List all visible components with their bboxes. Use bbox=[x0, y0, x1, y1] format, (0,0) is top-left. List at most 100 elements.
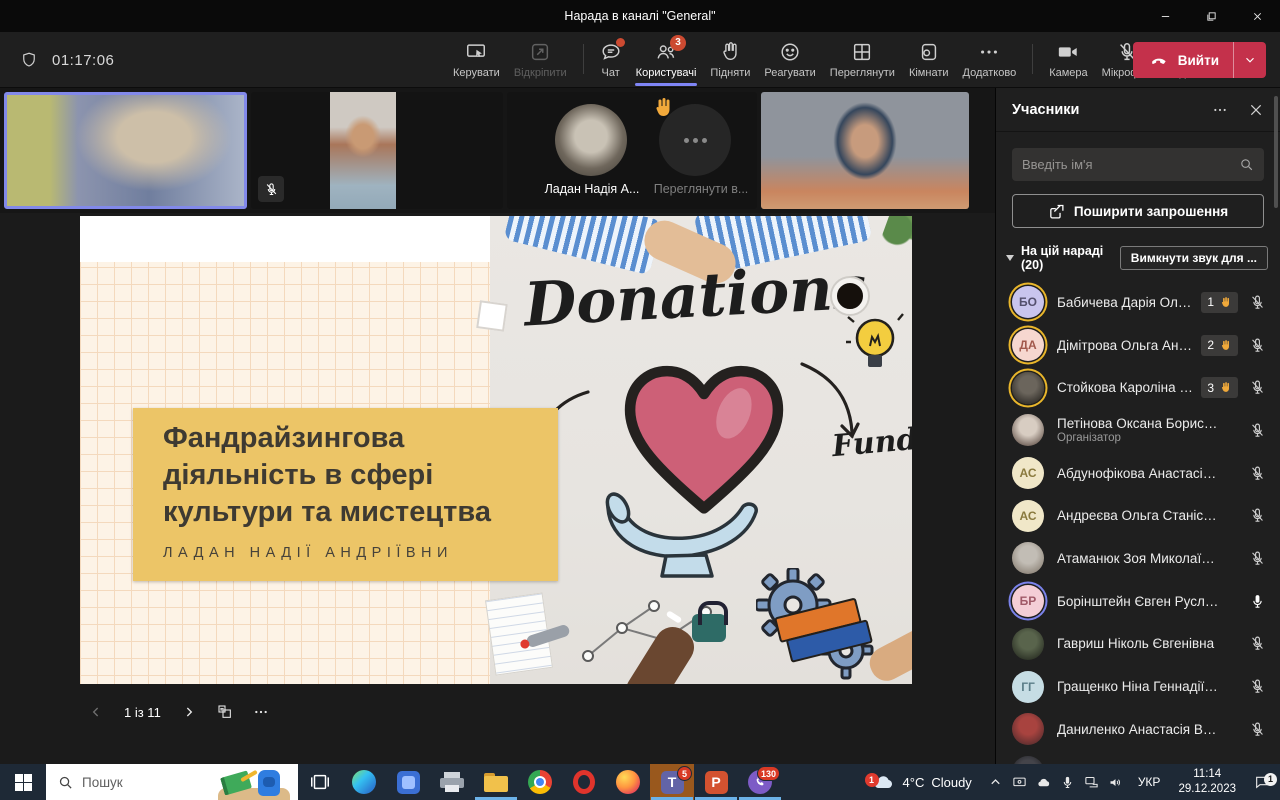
more-options-button[interactable] bbox=[253, 704, 269, 720]
restore-button[interactable] bbox=[1188, 0, 1234, 32]
meeting-stage: Ладан Надія А... Переглянути в... Donati… bbox=[0, 88, 995, 764]
taskbar-app-firefox[interactable] bbox=[606, 764, 650, 800]
taskbar-app-powerpoint[interactable]: P bbox=[694, 764, 738, 800]
overflow-label: Переглянути в... bbox=[649, 182, 753, 196]
chat-icon bbox=[600, 41, 622, 63]
slide-grid-button[interactable] bbox=[217, 704, 233, 720]
taskbar-clock[interactable]: 11:14 29.12.2023 bbox=[1170, 767, 1244, 797]
mute-all-button[interactable]: Вимкнути звук для ... bbox=[1120, 246, 1268, 270]
participant-search[interactable] bbox=[1012, 148, 1264, 181]
taskbar-app-taskview[interactable] bbox=[298, 764, 342, 800]
slide-title-box: Фандрайзингова діяльність в сфері культу… bbox=[133, 408, 558, 581]
participant-row[interactable]: БРБорінштейн Євген Руславович bbox=[996, 580, 1280, 623]
mic-off-icon[interactable] bbox=[1249, 507, 1266, 524]
camera-icon bbox=[1057, 41, 1079, 63]
tray-volume-icon[interactable] bbox=[1104, 775, 1128, 790]
participant-row[interactable]: АСАбдунофікова Анастасія Сергіїв... bbox=[996, 452, 1280, 495]
minimize-icon bbox=[1160, 11, 1171, 22]
toolbar-button-label: Переглянути bbox=[830, 67, 895, 79]
meeting-toolbar: 01:17:06 КеруватиВідкріпитиЧат3Користува… bbox=[0, 32, 1280, 88]
participant-name: Борінштейн Євген Руславович bbox=[1057, 594, 1219, 609]
previous-slide-button[interactable] bbox=[88, 704, 104, 720]
mic-off-icon[interactable] bbox=[1249, 721, 1266, 738]
language-indicator[interactable]: УКР bbox=[1128, 775, 1171, 789]
leave-options-button[interactable] bbox=[1234, 53, 1266, 67]
scrollbar-thumb[interactable] bbox=[1274, 96, 1278, 208]
mic-on-icon[interactable] bbox=[1249, 593, 1266, 610]
toolbar-button-label: Відкріпити bbox=[514, 67, 567, 79]
tray-onedrive-icon[interactable] bbox=[1032, 775, 1056, 790]
show-hidden-icons-button[interactable] bbox=[984, 775, 1008, 790]
toolbar-button-view[interactable]: Переглянути bbox=[823, 32, 902, 87]
toolbar-button-manage[interactable]: Керувати bbox=[446, 32, 507, 87]
participant-row[interactable]: АСАндреєва Ольга Станіславівна bbox=[996, 494, 1280, 537]
bluetool-icon bbox=[397, 771, 420, 794]
taskbar-app-explorer[interactable] bbox=[474, 764, 518, 800]
toolbar-button-raise[interactable]: Підняти bbox=[703, 32, 757, 87]
action-center-button[interactable]: 1 bbox=[1244, 774, 1280, 790]
participant-row[interactable]: Гавриш Ніколь Євгенівна bbox=[996, 623, 1280, 666]
mic-off-icon[interactable] bbox=[1249, 635, 1266, 652]
video-tile-3[interactable]: Ладан Надія А... Переглянути в... bbox=[507, 92, 757, 209]
hangup-icon bbox=[1149, 50, 1169, 70]
share-invite-button[interactable]: Поширити запрошення bbox=[1012, 194, 1264, 228]
collapse-triangle-icon[interactable] bbox=[1006, 255, 1014, 261]
weather-widget[interactable]: 1 4°CCloudy bbox=[859, 770, 984, 794]
taskbar-app-opera[interactable] bbox=[562, 764, 606, 800]
mic-off-icon[interactable] bbox=[1249, 550, 1266, 567]
windows-logo-icon bbox=[15, 774, 32, 791]
opera-icon bbox=[573, 770, 595, 794]
participant-row[interactable]: ГГГращенко Ніна Геннадіївна bbox=[996, 665, 1280, 708]
mic-off-icon[interactable] bbox=[1249, 337, 1266, 354]
tray-network-icon[interactable] bbox=[1080, 775, 1104, 790]
toolbar-button-rooms[interactable]: Кімнати bbox=[902, 32, 956, 87]
participant-row[interactable]: Атаманюк Зоя Миколаївна bbox=[996, 537, 1280, 580]
mic-off-icon[interactable] bbox=[1249, 465, 1266, 482]
mic-off-icon[interactable] bbox=[1249, 379, 1266, 396]
taskbar-app-bluetool[interactable] bbox=[386, 764, 430, 800]
minimize-button[interactable] bbox=[1142, 0, 1188, 32]
participant-name: Петінова Оксана Борисівна bbox=[1057, 416, 1219, 431]
participant-row[interactable]: Даниленко Анастасія Володим... bbox=[996, 708, 1280, 751]
toolbar-button-more[interactable]: Додатково bbox=[956, 32, 1024, 87]
speaker-icon bbox=[1108, 775, 1123, 790]
mic-off-icon[interactable] bbox=[1249, 678, 1266, 695]
windows-taskbar: Пошук T5P130 1 4°CCloudy bbox=[0, 764, 1280, 800]
toolbar-button-react[interactable]: Реагувати bbox=[757, 32, 822, 87]
mic-off-icon[interactable] bbox=[1249, 294, 1266, 311]
raised-hand-badge: 2 bbox=[1201, 335, 1238, 356]
participant-search-input[interactable] bbox=[1022, 157, 1239, 172]
leave-button[interactable]: Вийти bbox=[1133, 42, 1266, 78]
tray-meet-now-icon[interactable] bbox=[1008, 775, 1032, 790]
taskbar-search[interactable]: Пошук bbox=[46, 764, 298, 800]
panel-more-button[interactable] bbox=[1212, 102, 1228, 118]
participant-row[interactable]: Петінова Оксана БорисівнаОрганізатор bbox=[996, 409, 1280, 452]
start-button[interactable] bbox=[0, 764, 46, 800]
taskbar-app-printer[interactable] bbox=[430, 764, 474, 800]
toolbar-button-label: Підняти bbox=[710, 67, 750, 79]
taskbar-app-edge[interactable] bbox=[342, 764, 386, 800]
avatar bbox=[1012, 713, 1044, 745]
mic-off-icon[interactable] bbox=[1249, 422, 1266, 439]
video-tile-2[interactable] bbox=[251, 92, 503, 209]
close-button[interactable] bbox=[1234, 0, 1280, 32]
unread-dot bbox=[616, 38, 625, 47]
toolbar-button-camera[interactable]: Камера bbox=[1042, 32, 1094, 87]
toolbar-button-chat[interactable]: Чат bbox=[593, 32, 629, 87]
toolbar-button-people[interactable]: 3Користувачі bbox=[629, 32, 704, 87]
coffee-cup bbox=[832, 278, 868, 314]
raised-hand-order: 3 bbox=[1207, 381, 1214, 395]
next-slide-button[interactable] bbox=[181, 704, 197, 720]
taskbar-app-teams[interactable]: T5 bbox=[650, 764, 694, 800]
participant-row[interactable]: БОБабичева Дарія Олекса...1 bbox=[996, 281, 1280, 324]
video-tile-4[interactable] bbox=[761, 92, 969, 209]
taskbar-app-chrome[interactable] bbox=[518, 764, 562, 800]
panel-close-button[interactable] bbox=[1248, 102, 1264, 118]
slide-title-line: Фандрайзингова bbox=[163, 420, 558, 457]
participant-row[interactable]: ДАДімітрова Ольга Анатол...2 bbox=[996, 324, 1280, 367]
taskbar-app-viber[interactable]: 130 bbox=[738, 764, 782, 800]
video-tile-active-speaker[interactable] bbox=[4, 92, 247, 209]
close-icon bbox=[1252, 11, 1263, 22]
participant-row[interactable]: Стойкова Кароліна Мик...3 bbox=[996, 366, 1280, 409]
tray-microphone-icon[interactable] bbox=[1056, 775, 1080, 790]
